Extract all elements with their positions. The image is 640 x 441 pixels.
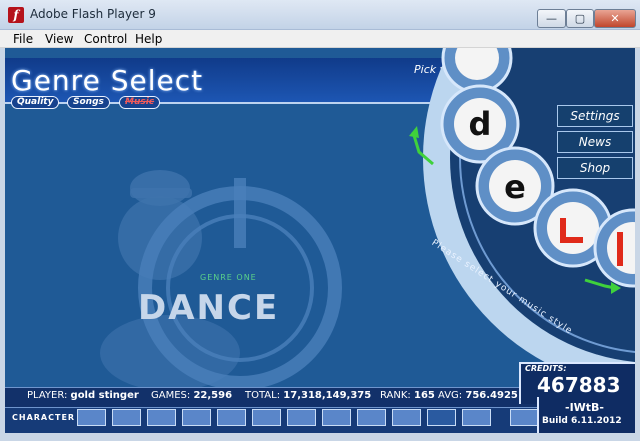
character-slot[interactable] xyxy=(217,409,246,426)
page-title: Genre Select xyxy=(11,64,204,97)
version-name: -IWtB- xyxy=(565,401,604,414)
credits-label: CREDITS: xyxy=(525,364,567,373)
character-slot[interactable] xyxy=(112,409,141,426)
character-slot[interactable] xyxy=(322,409,351,426)
flash-stage[interactable]: Genre Select Pick your Slide Format > Qu… xyxy=(5,48,635,433)
rank-value: 165 xyxy=(413,390,435,401)
avg-value: 756.4925 xyxy=(465,390,518,401)
window-title: Adobe Flash Player 9 xyxy=(30,7,156,21)
character-slot[interactable] xyxy=(77,409,106,426)
shop-button[interactable]: Shop xyxy=(557,157,633,179)
player-stat: PLAYER: gold stinger xyxy=(27,390,139,401)
credits-value: 467883 xyxy=(537,373,621,397)
character-slot[interactable] xyxy=(147,409,176,426)
player-label: PLAYER: xyxy=(27,390,68,401)
menu-bar: File View Control Help xyxy=(0,30,640,48)
character-slot[interactable] xyxy=(392,409,421,426)
genre-number: GENRE ONE xyxy=(200,273,257,282)
character-label: CHARACTER xyxy=(12,413,76,422)
character-slot[interactable] xyxy=(510,409,539,426)
avg-stat: AVG: 756.4925 xyxy=(438,390,518,401)
title-bar[interactable]: f Adobe Flash Player 9 — ▢ ✕ xyxy=(0,0,640,30)
menu-view[interactable]: View xyxy=(45,32,73,46)
songs-pill[interactable]: Songs xyxy=(67,96,110,109)
total-value: 17,318,149,375 xyxy=(283,390,372,401)
quality-pill[interactable]: Quality xyxy=(11,96,60,109)
menu-help[interactable]: Help xyxy=(135,32,162,46)
rank-stat: RANK: 165 xyxy=(380,390,435,401)
games-stat: GAMES: 22,596 xyxy=(151,390,232,401)
total-stat: TOTAL: 17,318,149,375 xyxy=(245,390,371,401)
rank-label: RANK: xyxy=(380,390,411,401)
character-slot[interactable] xyxy=(357,409,386,426)
settings-button[interactable]: Settings xyxy=(557,105,633,127)
games-value: 22,596 xyxy=(193,390,233,401)
player-value: gold stinger xyxy=(70,390,139,401)
character-slot[interactable] xyxy=(182,409,211,426)
slide-wheel: d e xyxy=(409,48,635,378)
avg-label: AVG: xyxy=(438,390,463,401)
menu-file[interactable]: File xyxy=(13,32,33,46)
news-button[interactable]: News xyxy=(557,131,633,153)
minimize-button[interactable]: — xyxy=(537,9,566,28)
maximize-button[interactable]: ▢ xyxy=(566,9,594,28)
close-button[interactable]: ✕ xyxy=(594,9,636,28)
games-label: GAMES: xyxy=(151,390,191,401)
character-slot[interactable] xyxy=(462,409,491,426)
flash-icon: f xyxy=(8,7,24,23)
menu-control[interactable]: Control xyxy=(84,32,127,46)
version-build: Build 6.11.2012 xyxy=(542,416,622,426)
character-slot[interactable] xyxy=(287,409,316,426)
svg-text:d: d xyxy=(469,105,492,143)
music-pill[interactable]: Music xyxy=(119,96,161,109)
character-slot[interactable] xyxy=(427,409,456,426)
svg-text:e: e xyxy=(504,168,526,206)
character-slot[interactable] xyxy=(252,409,281,426)
total-label: TOTAL: xyxy=(245,390,281,401)
genre-name[interactable]: DANCE xyxy=(138,288,279,328)
